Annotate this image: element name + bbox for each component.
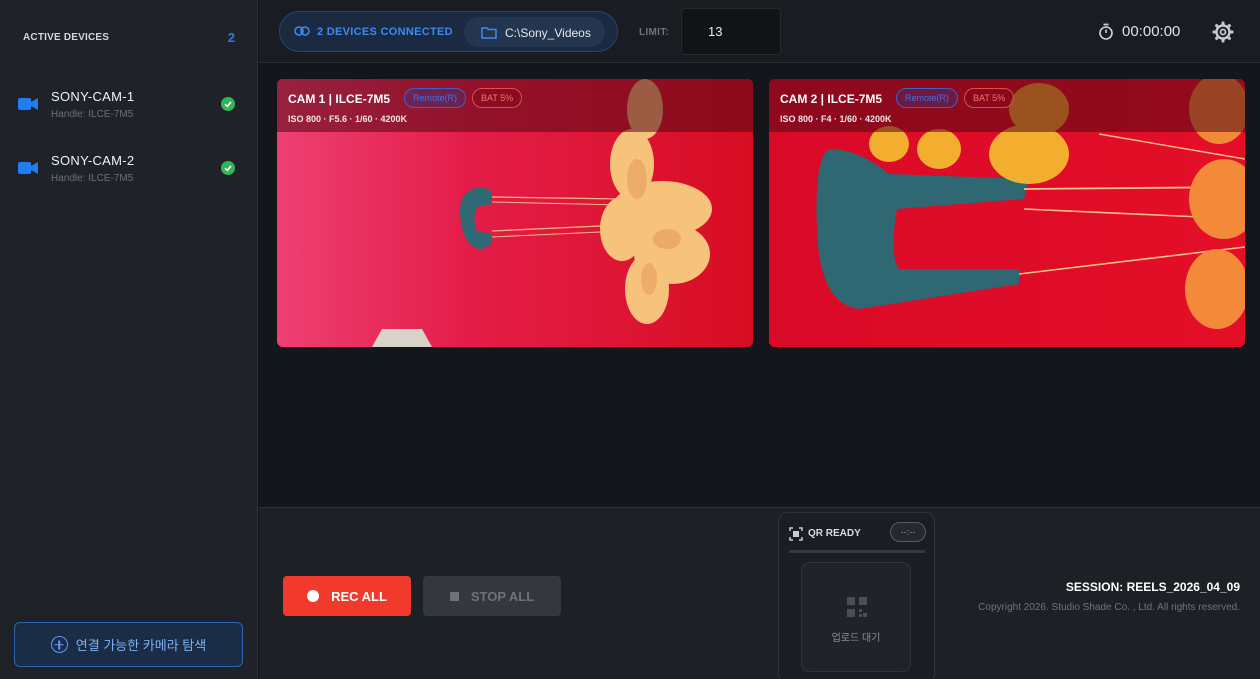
folder-icon <box>481 27 497 39</box>
top-bar: 2 DEVICES CONNECTED C:\Sony_Videos LIMIT… <box>259 0 1260 63</box>
copyright: Copyright 2026. Studio Shade Co. , Ltd. … <box>978 602 1240 613</box>
qr-panel: QR READY --:-- 업로드 대기 <box>778 512 935 679</box>
camera-1-title: CAM 1 | ILCE-7M5 <box>288 92 391 106</box>
folder-path-button[interactable]: C:\Sony_Videos <box>464 17 605 47</box>
camera-1-header: CAM 1 | ILCE-7M5 Remote(R) BAT 5% ISO 80… <box>277 79 753 132</box>
device-name: SONY-CAM-2 <box>51 153 135 168</box>
active-devices-title: ACTIVE DEVICES <box>23 32 110 43</box>
add-circle-icon <box>50 636 68 653</box>
link-icon <box>294 26 310 36</box>
timer: 00:00:00 <box>1098 23 1180 40</box>
connection-pill: 2 DEVICES CONNECTED C:\Sony_Videos <box>279 11 618 52</box>
connection-status: 2 DEVICES CONNECTED <box>317 26 453 38</box>
folder-path: C:\Sony_Videos <box>505 26 591 40</box>
timer-value: 00:00:00 <box>1122 23 1181 40</box>
limit-input[interactable] <box>681 8 781 55</box>
connected-check-icon <box>221 97 235 111</box>
video-camera-icon <box>18 98 38 110</box>
stop-all-button[interactable]: STOP ALL <box>423 576 561 616</box>
device-item-sony-cam-2[interactable]: SONY-CAM-2 Handle: ILCE-7M5 <box>16 153 242 193</box>
qr-code-placeholder: 업로드 대기 <box>801 562 911 672</box>
camera-2-header: CAM 2 | ILCE-7M5 Remote(R) BAT 5% ISO 80… <box>769 79 1245 132</box>
device-name: SONY-CAM-1 <box>51 89 135 104</box>
record-dot-icon <box>307 590 320 602</box>
remote-badge: Remote(R) <box>404 88 467 108</box>
battery-badge: BAT 5% <box>472 88 523 108</box>
video-camera-icon <box>18 162 38 174</box>
stop-square-icon <box>449 591 459 601</box>
camera-feed-1[interactable]: CAM 1 | ILCE-7M5 Remote(R) BAT 5% ISO 80… <box>277 79 753 347</box>
qr-upload-status: 업로드 대기 <box>831 633 881 644</box>
scan-cameras-button[interactable]: 연결 가능한 카메라 탐색 <box>14 622 243 667</box>
qr-time-badge: --:-- <box>890 522 926 542</box>
camera-feed-2[interactable]: CAM 2 | ILCE-7M5 Remote(R) BAT 5% ISO 80… <box>769 79 1245 347</box>
camera-2-settings: ISO 800 · F4 · 1/60 · 4200K <box>780 114 892 124</box>
sidebar: ACTIVE DEVICES 2 SONY-CAM-1 Handle: ILCE… <box>0 0 258 679</box>
camera-1-settings: ISO 800 · F5.6 · 1/60 · 4200K <box>288 114 408 124</box>
rec-all-label: REC ALL <box>331 588 387 604</box>
stop-all-label: STOP ALL <box>470 588 535 604</box>
session-name: SESSION: REELS_2026_04_09 <box>1065 580 1240 594</box>
active-devices-header: ACTIVE DEVICES 2 <box>23 30 235 45</box>
remote-badge: Remote(R) <box>896 88 959 108</box>
rec-all-button[interactable]: REC ALL <box>283 576 411 616</box>
control-panel: REC ALL STOP ALL QR READY --:-- 업로드 대기 S… <box>259 507 1260 679</box>
settings-gear-icon[interactable] <box>1212 21 1234 43</box>
active-devices-count: 2 <box>227 30 235 45</box>
connected-check-icon <box>221 161 235 175</box>
qr-code-icon <box>847 597 867 617</box>
limit-label: LIMIT: <box>639 27 670 38</box>
qr-progress-track <box>789 550 925 553</box>
qr-status-title: QR READY <box>808 528 861 539</box>
stopwatch-icon <box>1099 23 1113 40</box>
device-handle: Handle: ILCE-7M5 <box>51 109 134 120</box>
device-handle: Handle: ILCE-7M5 <box>51 173 134 184</box>
qr-scan-icon <box>789 527 803 541</box>
device-item-sony-cam-1[interactable]: SONY-CAM-1 Handle: ILCE-7M5 <box>16 89 242 129</box>
battery-badge: BAT 5% <box>964 88 1015 108</box>
camera-2-title: CAM 2 | ILCE-7M5 <box>780 92 883 106</box>
scan-cameras-label: 연결 가능한 카메라 탐색 <box>75 638 207 653</box>
